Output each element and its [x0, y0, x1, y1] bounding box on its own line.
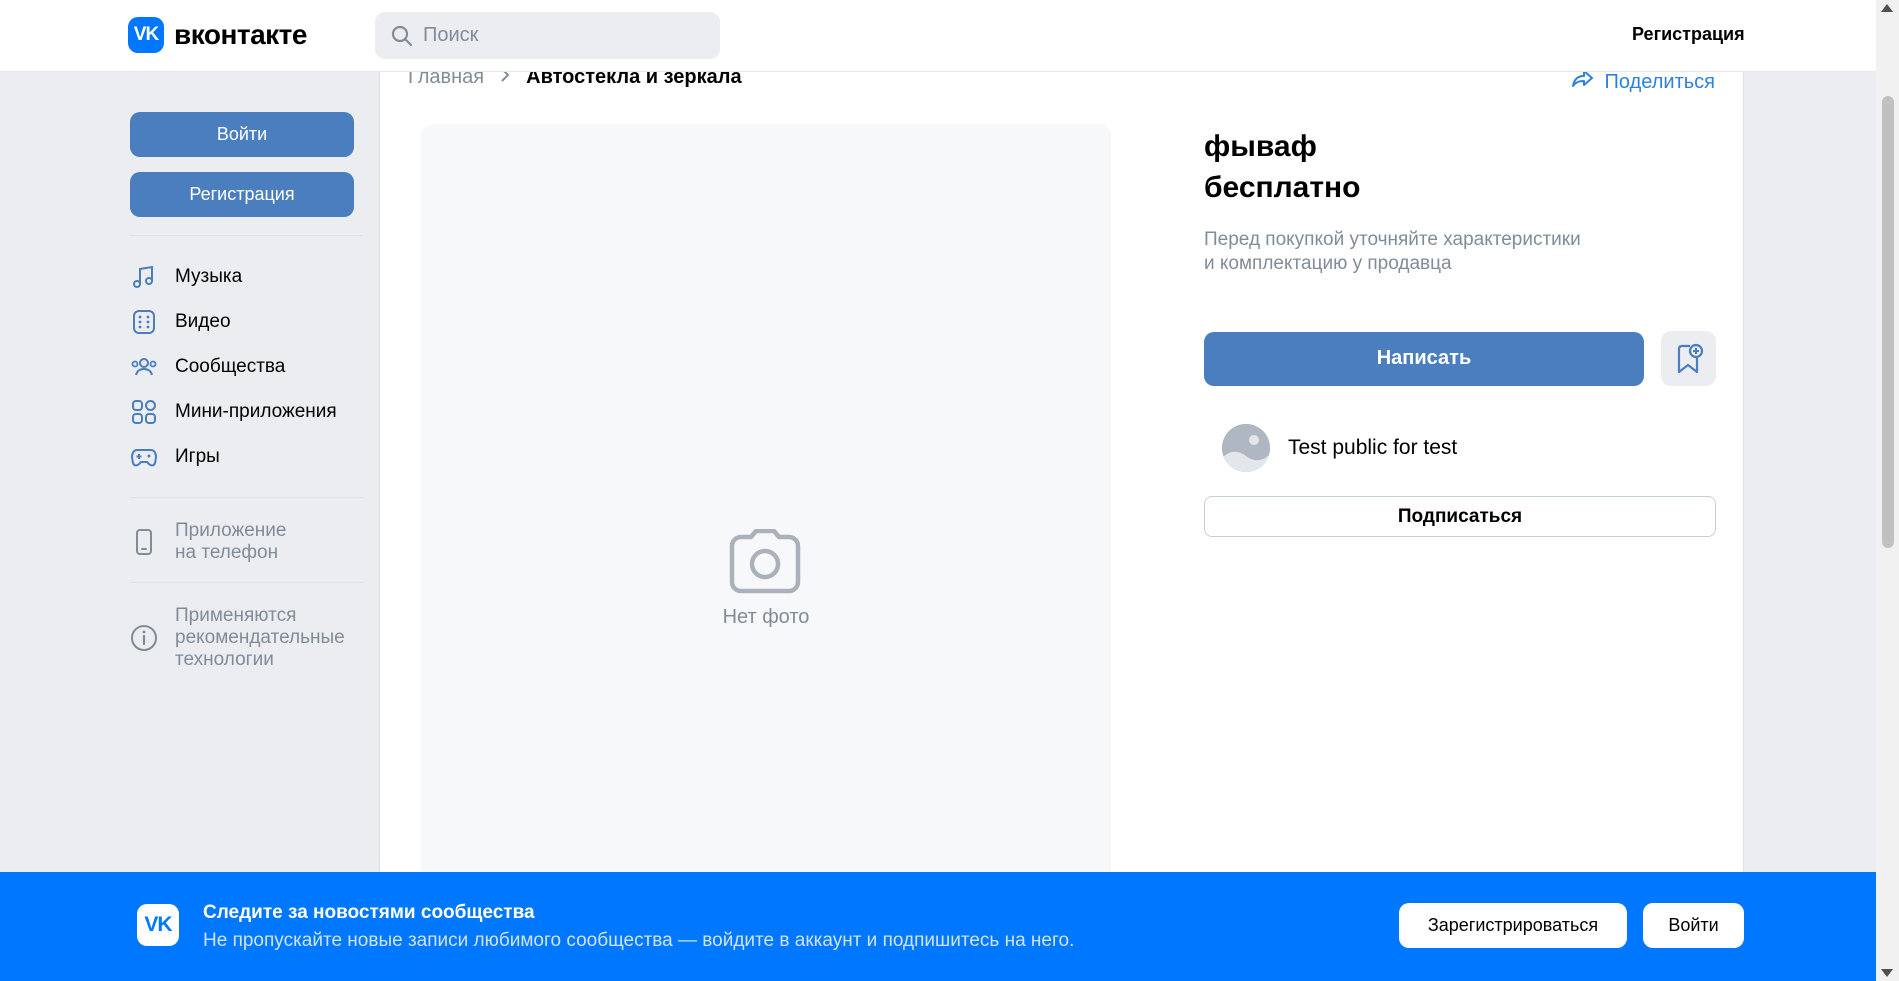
tech-line1: Применяются — [175, 605, 297, 626]
communities-icon — [130, 353, 158, 381]
music-icon — [130, 263, 158, 291]
sidebar-divider — [130, 582, 363, 583]
product-price: бесплатно — [1204, 171, 1361, 204]
page-scrollbar[interactable] — [1876, 0, 1899, 981]
sidebar-item-games[interactable]: Игры — [130, 434, 365, 479]
left-sidebar: Войти Регистрация Музыка Видео Сообществ… — [130, 112, 365, 675]
sidebar-item-label: Видео — [175, 310, 231, 332]
subscribe-button[interactable]: Подписаться — [1204, 496, 1716, 537]
scroll-up-arrow-icon[interactable] — [1881, 4, 1893, 12]
group-name[interactable]: Test public for test — [1288, 436, 1457, 460]
sidebar-item-music[interactable]: Музыка — [130, 254, 365, 299]
camera-icon — [729, 529, 801, 594]
banner-subtitle: Не пропускайте новые записи любимого соо… — [203, 930, 1075, 951]
phone-app-line2: на телефон — [175, 542, 279, 563]
banner-register-button[interactable]: Зарегистрироваться — [1399, 903, 1627, 948]
sidebar-recommendation-tech[interactable]: Применяются рекомендательные технологии — [130, 601, 365, 675]
scroll-thumb[interactable] — [1882, 96, 1894, 548]
video-icon — [130, 308, 158, 336]
product-actions: Написать — [1204, 331, 1716, 386]
group-avatar — [1222, 424, 1270, 472]
logo-text: вконтакте — [174, 19, 307, 50]
sidebar-item-label: Мини-приложения — [175, 400, 337, 422]
banner-login-button[interactable]: Войти — [1643, 903, 1744, 948]
bookmark-add-button[interactable] — [1661, 331, 1716, 386]
sidebar-item-mini-apps[interactable]: Мини-приложения — [130, 389, 365, 434]
share-button[interactable]: Поделиться — [1571, 68, 1715, 96]
sidebar-phone-app[interactable]: Приложение на телефон — [130, 516, 365, 568]
product-photo-placeholder: Нет фото — [421, 124, 1111, 914]
info-icon — [130, 624, 158, 652]
sidebar-item-video[interactable]: Видео — [130, 299, 365, 344]
disclaimer-line1: Перед покупкой уточняйте характеристики — [1204, 229, 1581, 250]
share-label: Поделиться — [1604, 70, 1715, 93]
vk-logo[interactable]: VK вконтакте — [128, 17, 307, 53]
disclaimer-line2: и комплектацию у продавца — [1204, 253, 1452, 274]
subscribe-banner: VK Следите за новостями сообщества Не пр… — [0, 872, 1876, 981]
share-icon — [1571, 68, 1595, 96]
sidebar-register-button[interactable]: Регистрация — [130, 172, 354, 217]
search-icon — [391, 25, 413, 46]
header-register-link[interactable]: Регистрация — [1632, 24, 1745, 45]
sidebar-item-label: Сообщества — [175, 355, 286, 377]
product-title-name: фываф — [1204, 130, 1317, 163]
vk-logo-icon: VK — [137, 904, 179, 946]
phone-icon — [130, 528, 158, 556]
gamepad-icon — [130, 443, 158, 471]
product-title: фываф бесплатно — [1204, 126, 1716, 208]
tech-line2: рекомендательные — [175, 627, 345, 648]
bookmark-add-icon — [1677, 343, 1703, 373]
sidebar-login-button[interactable]: Войти — [130, 112, 354, 157]
search-input[interactable] — [423, 24, 683, 47]
write-button[interactable]: Написать — [1204, 331, 1644, 386]
seller-group[interactable]: Test public for test — [1204, 424, 1716, 472]
no-photo-label: Нет фото — [722, 606, 810, 628]
tech-line3: технологии — [175, 649, 274, 670]
product-info: фываф бесплатно Перед покупкой уточняйте… — [1204, 126, 1716, 537]
sidebar-item-communities[interactable]: Сообщества — [130, 344, 365, 389]
product-disclaimer: Перед покупкой уточняйте характеристики … — [1204, 228, 1716, 276]
mini-apps-icon — [130, 398, 158, 426]
scroll-down-arrow-icon[interactable] — [1881, 969, 1893, 977]
sidebar-item-label: Музыка — [175, 265, 243, 287]
search-box[interactable] — [375, 12, 720, 59]
banner-title: Следите за новостями сообщества — [203, 902, 535, 923]
product-card: Главная Автостекла и зеркала Поделиться … — [379, 66, 1744, 981]
top-header: VK вконтакте Регистрация — [0, 0, 1876, 72]
sidebar-divider — [130, 235, 363, 236]
vk-logo-icon: VK — [128, 17, 164, 53]
phone-app-line1: Приложение — [175, 520, 287, 541]
sidebar-item-label: Игры — [175, 445, 220, 467]
sidebar-divider — [130, 497, 363, 498]
